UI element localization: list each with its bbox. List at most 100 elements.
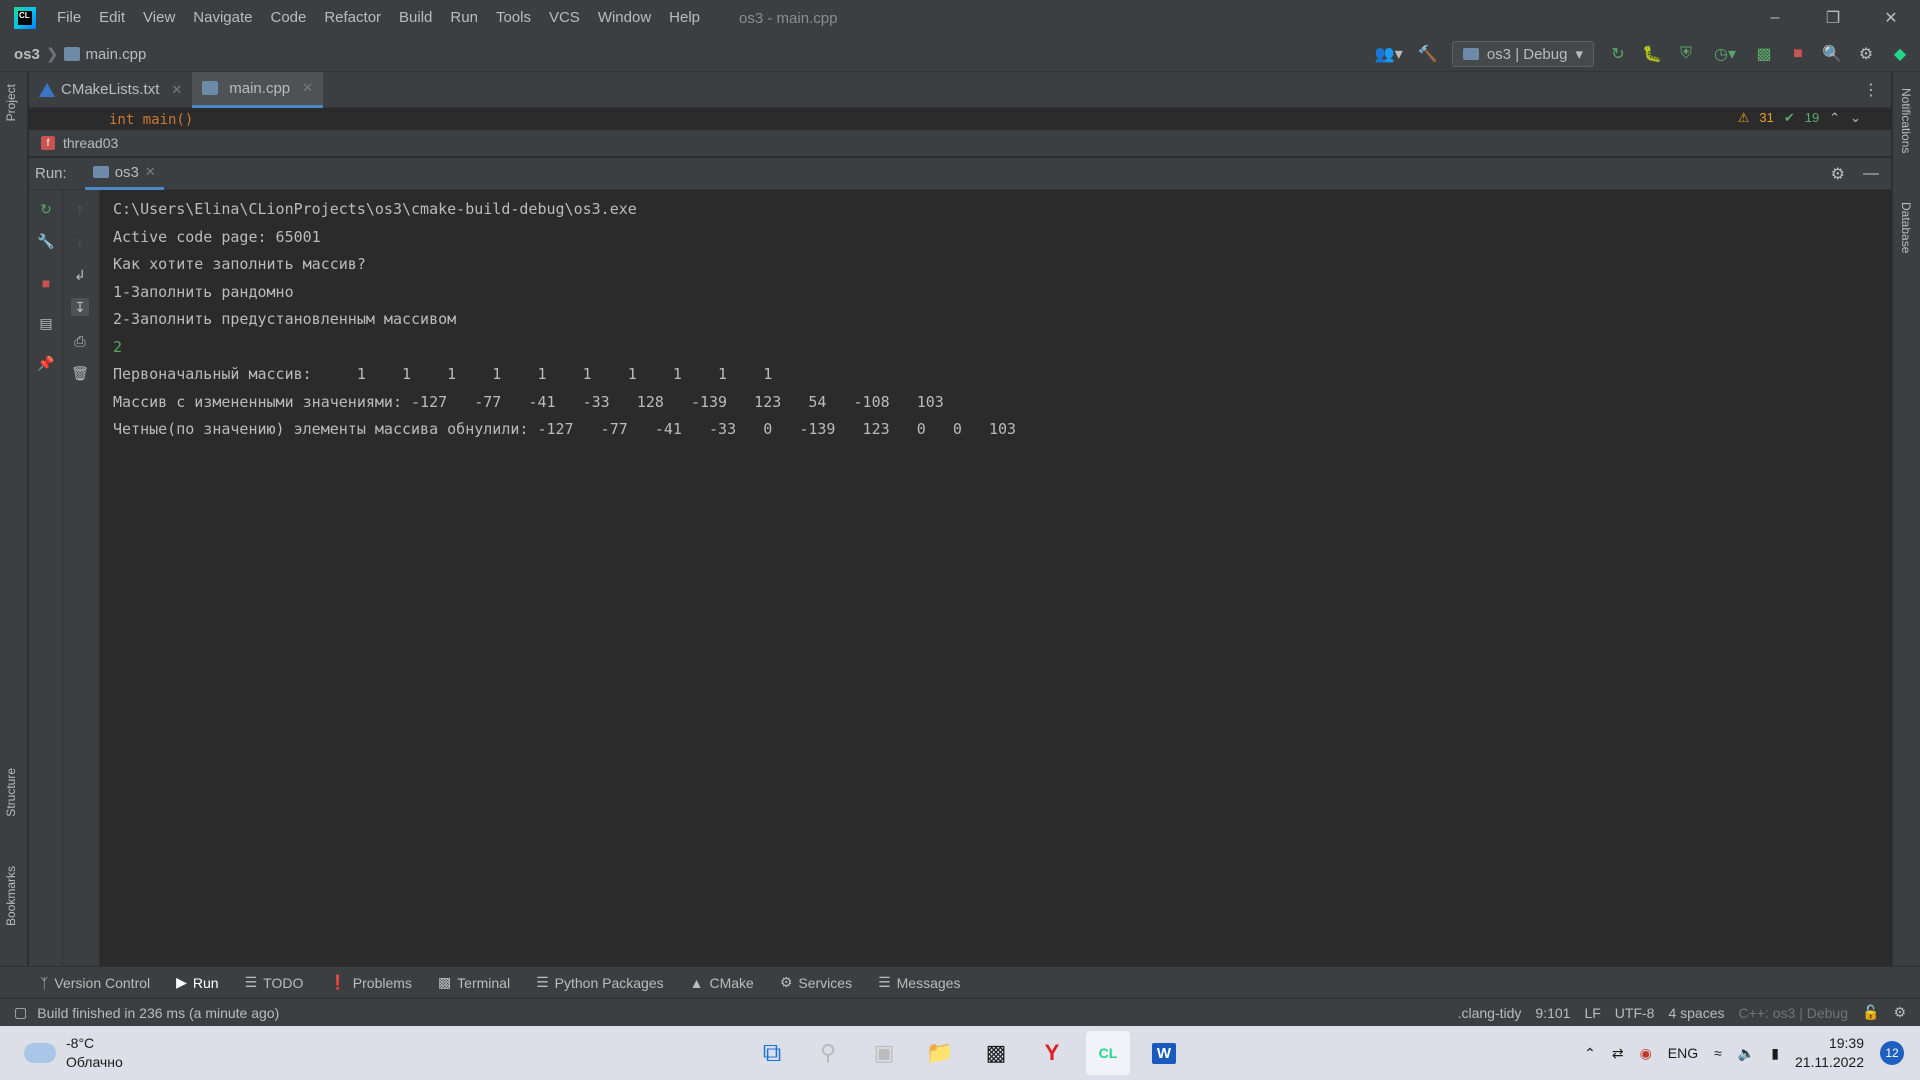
run-console[interactable]: C:\Users\Elina\CLionProjects\os3\cmake-b… [101, 190, 1891, 966]
menu-code[interactable]: Code [261, 0, 315, 36]
scroll-to-end-icon[interactable]: ↧ [71, 298, 89, 316]
tool-messages[interactable]: ☰ Messages [878, 974, 960, 991]
notifications-tool-button[interactable]: Notifications [1899, 88, 1913, 153]
close-tab-icon[interactable]: ✕ [145, 164, 156, 180]
minimize-icon[interactable]: – [1746, 0, 1804, 36]
run-panel-label: Run: [35, 165, 67, 182]
gear-icon[interactable]: ⚙ [1856, 44, 1876, 64]
run-configuration-select[interactable]: os3 | Debug ▾ [1451, 41, 1594, 67]
tool-label: Terminal [457, 974, 511, 991]
notification-badge[interactable]: 12 [1880, 1041, 1904, 1065]
search-icon[interactable]: ⚲ [806, 1031, 850, 1075]
arrow-down-icon[interactable]: ↓ [71, 232, 89, 250]
breadcrumb-project[interactable]: os3 [14, 46, 40, 63]
tool-services[interactable]: ⚙ Services [780, 974, 852, 991]
structure-tool-button[interactable]: Structure [4, 768, 18, 817]
task-view-icon[interactable]: ▣ [862, 1031, 906, 1075]
rerun-icon[interactable]: ↻ [37, 200, 55, 218]
build-hammer-icon[interactable]: 🔨 [1418, 44, 1438, 64]
network-transfer-icon[interactable]: ⇄ [1612, 1045, 1624, 1062]
menu-window[interactable]: Window [589, 0, 660, 36]
tool-version-control[interactable]: ᛉ Version Control [40, 975, 150, 991]
language-indicator[interactable]: ENG [1668, 1045, 1698, 1061]
security-alert-icon[interactable]: ◉ [1640, 1045, 1652, 1062]
sticky-notes-icon[interactable]: ▩ [974, 1031, 1018, 1075]
print-icon[interactable]: ⎙ [71, 332, 89, 350]
terminal-icon: ▩ [437, 974, 452, 990]
volume-icon[interactable]: 🔈 [1738, 1045, 1755, 1062]
minimize-panel-icon[interactable]: — [1863, 165, 1879, 183]
menu-run[interactable]: Run [441, 0, 487, 36]
layout-icon[interactable]: ▤ [37, 314, 55, 332]
status-context[interactable]: C++: os3 | Debug [1739, 1005, 1848, 1021]
tool-problems[interactable]: ❗ Problems [329, 974, 412, 991]
lock-icon[interactable]: 🔓 [1862, 1004, 1879, 1021]
user-icon[interactable]: 👥▾ [1374, 44, 1404, 64]
menu-build[interactable]: Build [390, 0, 441, 36]
pin-icon[interactable]: 📌 [37, 354, 55, 372]
tool-terminal[interactable]: ▩ Terminal [438, 974, 510, 991]
gear-icon[interactable]: ⚙ [1831, 164, 1845, 184]
bookmarks-tool-button[interactable]: Bookmarks [4, 866, 18, 926]
breadcrumb-file[interactable]: main.cpp [85, 46, 146, 63]
wifi-icon[interactable]: ≈ [1714, 1045, 1722, 1061]
arrow-up-icon[interactable]: ↑ [71, 200, 89, 218]
menu-edit[interactable]: Edit [90, 0, 134, 36]
stop-icon[interactable]: ■ [37, 274, 55, 292]
inspection-widget[interactable]: ⚠ 31 ✔ 19 ⌃ ⌄ [1738, 110, 1861, 126]
rerun-icon[interactable]: ↻ [1608, 44, 1628, 64]
clion-taskbar-icon[interactable]: CL [1086, 1031, 1130, 1075]
menu-tools[interactable]: Tools [487, 0, 540, 36]
word-icon[interactable]: W [1142, 1031, 1186, 1075]
jetbrains-toolbox-icon[interactable]: ◆ [1890, 44, 1910, 64]
project-tool-button[interactable]: Project [4, 84, 18, 121]
close-tab-icon[interactable]: ✕ [171, 82, 182, 98]
yandex-browser-icon[interactable]: Y [1030, 1031, 1074, 1075]
wrench-icon[interactable]: 🔧 [37, 232, 55, 250]
attach-icon[interactable]: ▩ [1754, 44, 1774, 64]
menu-vcs[interactable]: VCS [540, 0, 589, 36]
chevron-down-icon[interactable]: ⌄ [1850, 110, 1861, 126]
trash-icon[interactable]: 🗑 [71, 364, 89, 382]
weather-widget[interactable]: -8°C Облачно [24, 1034, 123, 1072]
status-encoding[interactable]: UTF-8 [1615, 1005, 1655, 1021]
status-caret-position[interactable]: 9:101 [1535, 1005, 1570, 1021]
memory-indicator-icon[interactable]: ⚙ [1893, 1004, 1906, 1021]
menu-help[interactable]: Help [660, 0, 709, 36]
close-tab-icon[interactable]: ✕ [302, 80, 313, 96]
tab-main-cpp[interactable]: main.cpp ✕ [192, 71, 324, 108]
tool-todo[interactable]: ☰ TODO [245, 974, 304, 991]
tool-cmake[interactable]: ▲ CMake [690, 975, 754, 991]
menu-file[interactable]: File [48, 0, 90, 36]
status-indent[interactable]: 4 spaces [1668, 1005, 1724, 1021]
run-tab-os3[interactable]: os3 ✕ [84, 158, 164, 190]
status-message[interactable]: Build finished in 236 ms (a minute ago) [37, 1005, 279, 1021]
profile-icon[interactable]: ◷▾ [1710, 44, 1740, 64]
close-icon[interactable]: ✕ [1862, 0, 1920, 36]
status-line-separator[interactable]: LF [1584, 1005, 1600, 1021]
battery-icon[interactable]: ▮ [1771, 1045, 1779, 1062]
windows-start-icon[interactable]: ⧉ [750, 1031, 794, 1075]
tool-python-packages[interactable]: ☰ Python Packages [536, 974, 664, 991]
restore-icon[interactable]: ❐ [1804, 0, 1862, 36]
debug-bug-icon[interactable]: 🐛 [1642, 44, 1662, 64]
stop-icon[interactable]: ■ [1788, 44, 1808, 64]
clock[interactable]: 19:39 21.11.2022 [1795, 1034, 1864, 1072]
status-linter[interactable]: .clang-tidy [1458, 1005, 1522, 1021]
menu-navigate[interactable]: Navigate [184, 0, 261, 36]
tab-cmakelists[interactable]: CMakeLists.txt ✕ [29, 72, 192, 108]
more-vertical-icon[interactable]: ⋮ [1863, 80, 1879, 100]
tool-run[interactable]: ▶ Run [176, 974, 218, 991]
chevron-up-icon[interactable]: ⌃ [1584, 1045, 1596, 1062]
panel-toggle-icon[interactable]: ▢ [14, 1004, 27, 1021]
search-icon[interactable]: 🔍 [1822, 44, 1842, 64]
file-explorer-icon[interactable]: 📁 [918, 1031, 962, 1075]
coverage-icon[interactable]: ⛨ [1676, 44, 1696, 64]
soft-wrap-icon[interactable]: ↲ [71, 266, 89, 284]
menu-view[interactable]: View [134, 0, 184, 36]
menu-refactor[interactable]: Refactor [315, 0, 390, 36]
editor-area[interactable]: int main() ⚠ 31 ✔ 19 ⌃ ⌄ [29, 108, 1891, 126]
database-tool-button[interactable]: Database [1899, 202, 1913, 253]
code-breadcrumb[interactable]: f thread03 [29, 130, 1891, 156]
chevron-up-icon[interactable]: ⌃ [1829, 110, 1840, 126]
